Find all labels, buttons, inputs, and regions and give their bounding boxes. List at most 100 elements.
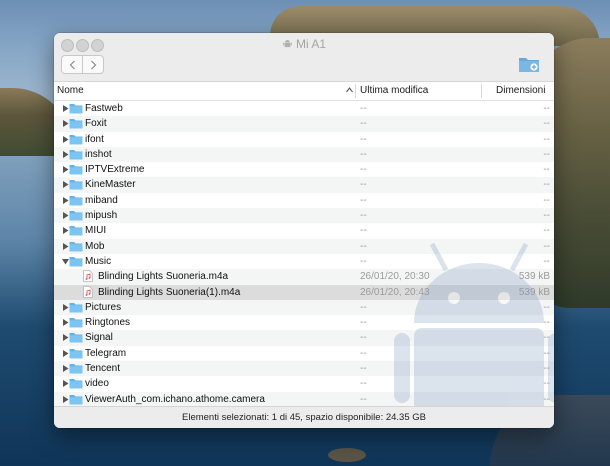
folder-row[interactable]: Ringtones -- --: [54, 315, 554, 330]
row-modified: --: [360, 317, 367, 329]
row-modified: --: [360, 210, 367, 222]
row-name: video: [85, 378, 109, 390]
row-size: --: [543, 179, 550, 191]
row-size: --: [543, 363, 550, 375]
folder-row[interactable]: KineMaster -- --: [54, 177, 554, 193]
row-name: Mob: [85, 240, 105, 252]
row-name: mipush: [85, 210, 118, 222]
folder-row[interactable]: Fastweb -- --: [54, 101, 554, 116]
forward-button[interactable]: [82, 56, 103, 73]
row-name: MIUI: [85, 225, 107, 237]
disclosure-collapsed-icon[interactable]: [62, 227, 69, 235]
disclosure-collapsed-icon[interactable]: [62, 166, 69, 174]
disclosure-collapsed-icon[interactable]: [62, 242, 69, 250]
row-size: --: [543, 393, 550, 405]
row-name: Pictures: [85, 301, 122, 313]
window-title: Mi A1: [54, 36, 554, 52]
disclosure-collapsed-icon[interactable]: [62, 365, 69, 373]
disclosure-collapsed-icon[interactable]: [62, 120, 69, 128]
disclosure-collapsed-icon[interactable]: [62, 150, 69, 158]
disclosure-collapsed-icon[interactable]: [62, 212, 69, 220]
row-modified: --: [360, 225, 367, 237]
row-modified: --: [360, 118, 367, 130]
disclosure-collapsed-icon[interactable]: [62, 349, 69, 357]
disclosure-collapsed-icon[interactable]: [62, 319, 69, 327]
row-name: Blinding Lights Suoneria.m4a: [98, 271, 229, 283]
folder-icon: [69, 134, 83, 145]
folder-row[interactable]: Mob -- --: [54, 238, 554, 254]
row-name: Fastweb: [85, 103, 123, 114]
disclosure-collapsed-icon[interactable]: [62, 135, 69, 143]
file-row[interactable]: Blinding Lights Suoneria(1).m4a 26/01/20,…: [54, 284, 554, 300]
row-modified: --: [360, 103, 367, 114]
disclosure-collapsed-icon[interactable]: [62, 105, 69, 112]
folder-row[interactable]: ViewerAuth_com.ichano.athome.camera -- --: [54, 391, 554, 406]
row-name: ViewerAuth_com.ichano.athome.camera: [85, 393, 265, 405]
row-modified: --: [360, 133, 367, 145]
column-name[interactable]: Nome: [57, 85, 84, 96]
folder-icon: [69, 364, 83, 374]
file-list: Fastweb -- -- Foxit -- -- ifont -- -- inshot -- -- I…: [54, 101, 554, 406]
row-size: --: [543, 301, 550, 313]
folder-row[interactable]: Pictures -- --: [54, 299, 554, 316]
column-modified[interactable]: Ultima modifica: [360, 85, 428, 96]
folder-row[interactable]: Foxit -- --: [54, 116, 554, 132]
column-divider[interactable]: [481, 84, 482, 98]
folder-icon: [69, 348, 83, 359]
disclosure-collapsed-icon[interactable]: [62, 181, 69, 189]
disclosure-collapsed-icon[interactable]: [62, 196, 69, 204]
row-size: --: [543, 210, 550, 222]
row-modified: --: [360, 363, 367, 375]
row-size: --: [543, 133, 550, 145]
folder-row[interactable]: IPTVExtreme -- --: [54, 162, 554, 177]
row-size: 539 kB: [518, 271, 550, 283]
row-modified: --: [360, 148, 367, 160]
row-modified: --: [360, 301, 367, 313]
sort-ascending-icon[interactable]: [346, 87, 353, 93]
row-size: --: [543, 225, 550, 237]
row-name: Foxit: [85, 118, 107, 130]
column-size[interactable]: Dimensioni: [496, 85, 545, 96]
folder-row[interactable]: Signal -- --: [54, 330, 554, 346]
android-device-icon: [283, 40, 292, 48]
row-name: IPTVExtreme: [85, 164, 145, 176]
row-name: Telegram: [85, 347, 127, 359]
folder-icon: [69, 302, 83, 313]
row-size: 539 kB: [518, 286, 550, 298]
folder-icon: [69, 318, 83, 328]
folder-icon: [69, 394, 83, 405]
row-name: Ringtones: [85, 317, 131, 329]
folder-icon: [69, 333, 83, 343]
folder-row[interactable]: video -- --: [54, 376, 554, 391]
row-modified: --: [360, 194, 367, 206]
disclosure-collapsed-icon[interactable]: [62, 334, 69, 342]
folder-row[interactable]: ifont -- --: [54, 132, 554, 147]
row-name: inshot: [85, 148, 112, 160]
folder-row[interactable]: inshot -- --: [54, 146, 554, 163]
disclosure-collapsed-icon[interactable]: [62, 395, 69, 403]
folder-row[interactable]: miband -- --: [54, 193, 554, 208]
title-bar[interactable]: Mi A1: [54, 33, 554, 82]
disclosure-expanded-icon[interactable]: [62, 258, 69, 265]
row-size: --: [543, 317, 550, 329]
disclosure-collapsed-icon[interactable]: [62, 380, 69, 388]
new-folder-icon[interactable]: [518, 55, 540, 73]
folder-icon: [69, 180, 83, 190]
folder-icon: [69, 211, 83, 221]
row-size: --: [543, 332, 550, 344]
folder-row[interactable]: Telegram -- --: [54, 346, 554, 361]
folder-icon: [69, 119, 83, 129]
back-button[interactable]: [62, 56, 82, 73]
column-divider[interactable]: [355, 84, 356, 98]
row-name: Blinding Lights Suoneria(1).m4a: [98, 286, 241, 298]
disclosure-collapsed-icon[interactable]: [62, 303, 69, 311]
file-row[interactable]: Blinding Lights Suoneria.m4a 26/01/20, 20…: [54, 269, 554, 285]
folder-icon: [69, 195, 83, 206]
audio-file-icon: [83, 270, 93, 283]
row-modified: --: [360, 393, 367, 405]
folder-row[interactable]: mipush -- --: [54, 208, 554, 224]
folder-row[interactable]: Tencent -- --: [54, 361, 554, 377]
folder-row[interactable]: Music -- --: [54, 254, 554, 269]
row-modified: 26/01/20, 20:43: [360, 286, 430, 298]
folder-row[interactable]: MIUI -- --: [54, 223, 554, 238]
